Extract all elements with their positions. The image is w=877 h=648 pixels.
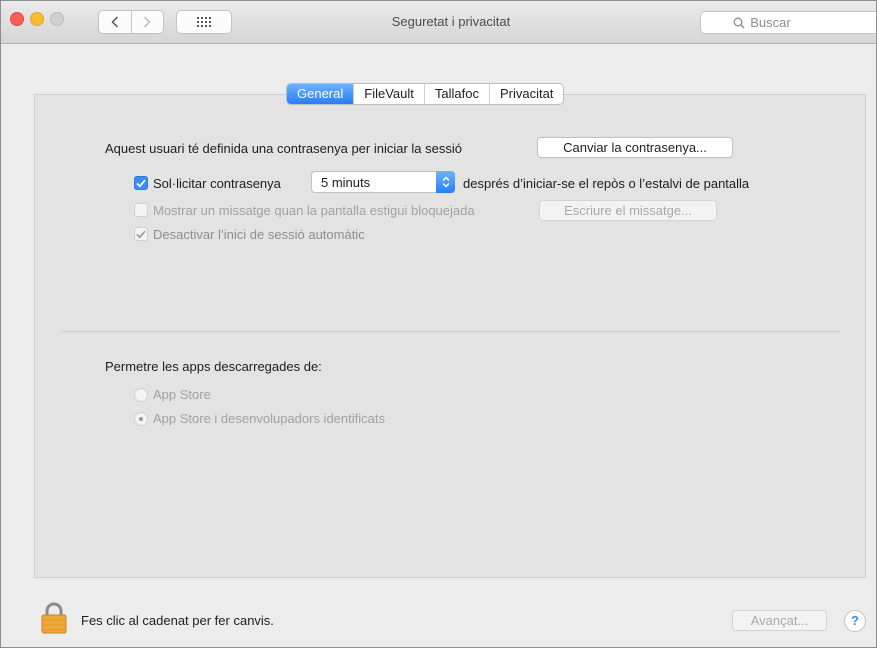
grid-icon (197, 17, 211, 27)
window-title: Seguretat i privacitat (391, 14, 511, 29)
tab-general[interactable]: General (287, 84, 354, 104)
show-message-checkbox[interactable] (134, 203, 148, 217)
search-icon (733, 17, 745, 28)
radio-app-store[interactable] (134, 388, 148, 402)
password-status-text: Aquest usuari té definida una contraseny… (105, 141, 462, 156)
back-chevron-icon (111, 16, 118, 28)
radio-app-store-label: App Store (153, 387, 211, 402)
back-button[interactable] (99, 11, 131, 33)
updown-arrows-icon (436, 171, 455, 193)
navigation-buttons (98, 10, 164, 34)
close-button[interactable] (10, 12, 24, 26)
tab-filevault[interactable]: FileVault (353, 84, 424, 104)
forward-chevron-icon (144, 16, 151, 28)
content-panel (34, 94, 866, 578)
radio-app-store-identified-label: App Store i desenvolupadors identificats (153, 411, 385, 426)
password-delay-select[interactable]: 5 minuts (311, 171, 455, 193)
radio-app-store-identified[interactable] (134, 412, 148, 426)
lock-icon[interactable] (41, 602, 67, 634)
disable-autologin-checkbox[interactable] (134, 227, 148, 241)
change-password-button[interactable]: Canviar la contrasenya... (537, 137, 733, 158)
write-message-button[interactable]: Escriure el missatge... (539, 200, 717, 221)
tab-bar: General FileVault Tallafoc Privacitat (286, 83, 565, 105)
apps-heading: Permetre les apps descarregades de: (105, 359, 322, 374)
help-button[interactable]: ? (844, 610, 866, 632)
require-password-after-text: després d’iniciar-se el repòs o l’estalv… (463, 176, 750, 191)
search-placeholder: Buscar (750, 15, 791, 30)
preferences-window: Seguretat i privacitat Buscar General Fi… (0, 0, 877, 648)
search-field[interactable]: Buscar (700, 11, 876, 34)
advanced-button[interactable]: Avançat... (732, 610, 827, 631)
require-password-checkbox[interactable] (134, 176, 148, 190)
forward-button[interactable] (130, 11, 164, 33)
checkmark-icon (136, 179, 146, 188)
tab-privacitat[interactable]: Privacitat (488, 84, 563, 104)
show-message-label: Mostrar un missatge quan la pantalla est… (153, 203, 475, 218)
require-password-label: Sol·licitar contrasenya (153, 176, 281, 191)
checkmark-icon (136, 230, 146, 238)
show-all-button[interactable] (176, 10, 232, 34)
section-divider (61, 331, 841, 332)
tab-tallafoc[interactable]: Tallafoc (423, 84, 489, 104)
password-delay-value: 5 minuts (321, 175, 371, 190)
minimize-button[interactable] (30, 12, 44, 26)
lock-hint-text: Fes clic al cadenat per fer canvis. (81, 613, 274, 628)
title-bar: Seguretat i privacitat Buscar (1, 1, 876, 44)
zoom-button[interactable] (50, 12, 64, 26)
disable-autologin-label: Desactivar l’inici de sessió automàtic (153, 227, 365, 242)
